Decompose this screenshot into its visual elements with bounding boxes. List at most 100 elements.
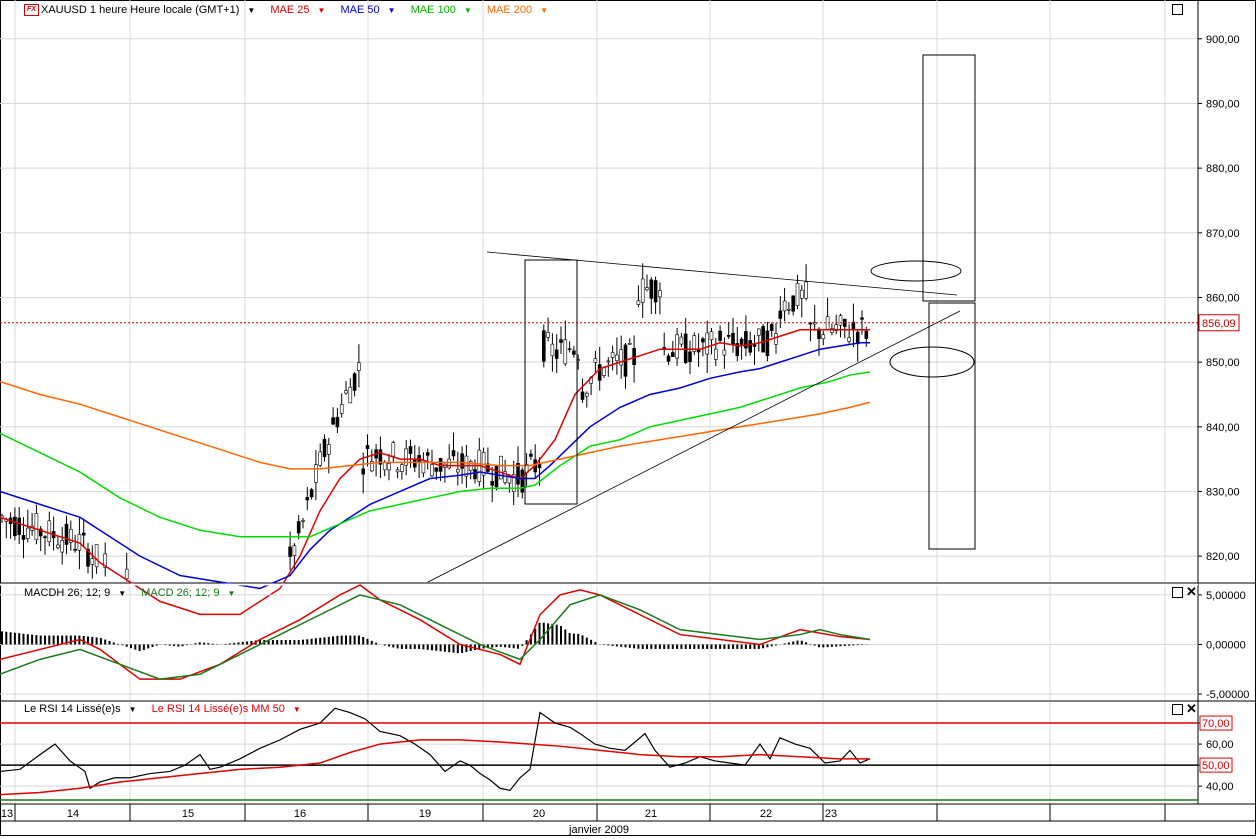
dropdown-icon[interactable]: ▼: [540, 6, 548, 15]
macd-pane-header: MACDH 26; 12; 9 ▼ MACD 26; 12; 9 ▼: [24, 585, 247, 601]
day-tick-label: 16: [294, 808, 306, 820]
price-tick-label: 830,00: [1206, 486, 1240, 498]
day-tick-label: 20: [533, 808, 545, 820]
candle-body: [851, 321, 856, 331]
candle-body: [339, 404, 344, 414]
candle-body: [81, 532, 86, 536]
mae50-legend[interactable]: MAE 50 ▼: [341, 4, 402, 16]
symbol-label[interactable]: FX XAUUSD 1 heure Heure locale (GMT+1) ▼: [24, 4, 261, 17]
candle-body: [387, 463, 391, 471]
candle-body: [739, 338, 744, 345]
candle-body: [782, 300, 787, 312]
rsi-tick-label: 70,00: [1202, 718, 1230, 730]
candle-body: [408, 446, 413, 454]
candle-body: [645, 287, 649, 290]
dropdown-icon[interactable]: ▼: [388, 6, 396, 15]
rsi-legend[interactable]: Le RSI 14 Lissé(e)s ▼: [24, 703, 143, 715]
candle-body: [292, 545, 297, 556]
macd-tick-label: 0,00000: [1206, 639, 1246, 651]
candle-body: [473, 469, 477, 480]
candle-body: [593, 358, 598, 363]
candle-body: [636, 300, 641, 305]
candle-body: [658, 290, 662, 298]
mae25-label: MAE 25: [270, 4, 310, 16]
candle-body: [357, 362, 361, 371]
candle-body: [365, 445, 370, 449]
candle-body: [335, 416, 340, 428]
candle-body: [778, 310, 783, 319]
candle-body: [56, 544, 60, 549]
candle-body: [314, 464, 318, 483]
dropdown-icon[interactable]: ▼: [227, 589, 235, 598]
candle-body: [395, 469, 400, 473]
candle-body: [761, 326, 765, 353]
candle-body: [554, 349, 559, 359]
day-tick-label: 13: [1, 808, 13, 820]
dropdown-icon[interactable]: ▼: [129, 705, 137, 714]
candle-body: [580, 391, 585, 400]
macd-legend[interactable]: MACD 26; 12; 9 ▼: [141, 587, 241, 599]
candle-body: [795, 283, 800, 306]
macdh-label: MACDH 26; 12; 9: [24, 587, 111, 599]
candle-body: [821, 334, 826, 340]
candle-body: [434, 467, 439, 472]
candle-body: [649, 279, 654, 299]
candle-body: [627, 343, 632, 345]
dropdown-icon[interactable]: ▼: [318, 6, 326, 15]
candle-body: [490, 481, 495, 486]
candle-body: [412, 459, 417, 468]
candle-body: [516, 463, 520, 485]
candle-body: [864, 330, 869, 339]
dropdown-icon[interactable]: ▼: [247, 6, 255, 15]
candle-body: [529, 453, 533, 457]
candle-body: [124, 568, 129, 579]
close-icon[interactable]: ✕: [1186, 702, 1197, 715]
candle-body: [675, 334, 679, 359]
rsi-tick-label: 60,00: [1206, 739, 1234, 751]
maximize-button[interactable]: [1172, 4, 1183, 15]
candle-body: [606, 360, 611, 363]
close-icon[interactable]: ✕: [1186, 585, 1197, 598]
candle-body: [451, 450, 456, 457]
candle-body: [550, 343, 555, 357]
candle-body: [756, 328, 761, 336]
candle-body: [305, 496, 310, 501]
candle-body: [301, 520, 305, 522]
candle-body: [447, 458, 452, 469]
macd-tick-label: -5,00000: [1206, 689, 1249, 701]
price-pane-header: FX XAUUSD 1 heure Heure locale (GMT+1) ▼ M…: [24, 2, 560, 18]
candle-body: [25, 527, 30, 539]
candle-body: [288, 546, 292, 557]
day-tick-label: 22: [760, 808, 772, 820]
candle-body: [769, 324, 774, 331]
dropdown-icon[interactable]: ▼: [118, 589, 126, 598]
dropdown-icon[interactable]: ▼: [464, 6, 472, 15]
candle-body: [688, 351, 692, 362]
macdh-legend[interactable]: MACDH 26; 12; 9 ▼: [24, 587, 132, 599]
candle-body: [666, 355, 671, 362]
mae200-legend[interactable]: MAE 200 ▼: [487, 4, 554, 16]
candle-body: [391, 442, 396, 457]
maximize-button[interactable]: [1172, 704, 1183, 715]
macd-tick-label: 5,00000: [1206, 590, 1246, 602]
candle-body: [584, 392, 589, 397]
price-tick-label: 820,00: [1206, 551, 1240, 563]
candle-body: [847, 337, 851, 342]
candle-body: [90, 558, 95, 565]
rsi-ma-legend[interactable]: Le RSI 14 Lissé(e)s MM 50 ▼: [152, 703, 307, 715]
candle-body: [494, 465, 499, 488]
maximize-button[interactable]: [1172, 587, 1183, 598]
candle-body: [296, 521, 301, 534]
dropdown-icon[interactable]: ▼: [293, 705, 301, 714]
candle-body: [34, 513, 39, 541]
candle-body: [559, 339, 563, 343]
candle-body: [430, 464, 434, 477]
candle-body: [352, 373, 357, 391]
price-tick-label: 870,00: [1206, 228, 1240, 240]
rsi-pane-header: Le RSI 14 Lissé(e)s ▼ Le RSI 14 Lissé(e)s…: [24, 701, 313, 717]
mae100-legend[interactable]: MAE 100 ▼: [411, 4, 478, 16]
candle-body: [713, 348, 718, 360]
candle-body: [615, 354, 619, 361]
mae25-legend[interactable]: MAE 25 ▼: [270, 4, 331, 16]
candle-body: [838, 315, 843, 326]
